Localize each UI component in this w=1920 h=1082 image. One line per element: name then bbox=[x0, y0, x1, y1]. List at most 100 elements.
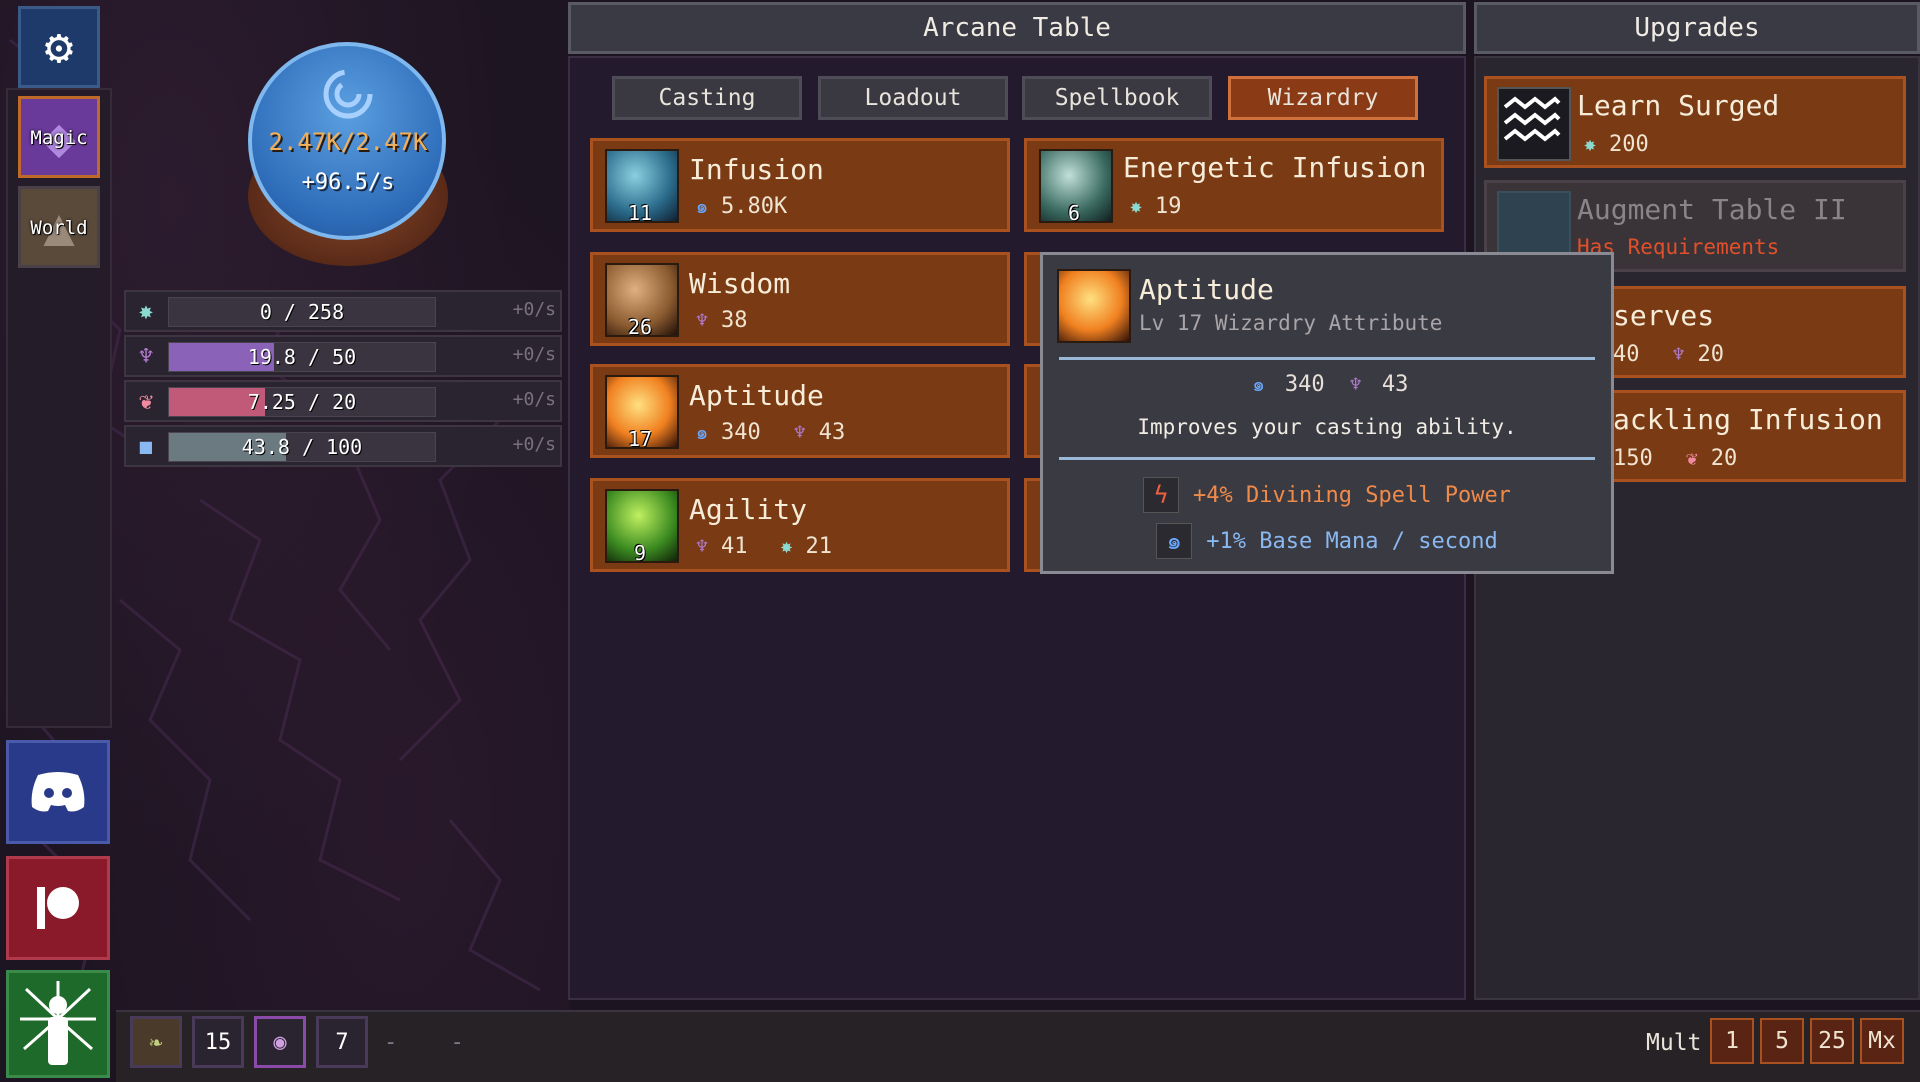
mult-1-button[interactable]: 1 bbox=[1710, 1018, 1754, 1064]
tooltip-title: Aptitude bbox=[1139, 273, 1274, 306]
lotus-icon: ♆ bbox=[1672, 342, 1685, 366]
lotus-icon: ♆ bbox=[138, 342, 154, 370]
mana-orb: 2.47K/2.47K +96.5/s bbox=[238, 36, 458, 266]
resource-track: 19.8 / 50 bbox=[168, 342, 436, 372]
resource-value: 43.8 / 100 bbox=[241, 435, 363, 459]
upgrades-title: Upgrades bbox=[1474, 2, 1920, 54]
attribute-card-agility[interactable]: 9 Agility ♆ 41 ✸ 21 bbox=[590, 478, 1010, 572]
resource-bar: ✸ 0 / 258 +0/s bbox=[124, 290, 562, 332]
mana-swirl-icon: ๑ bbox=[1156, 523, 1193, 559]
upgrade-name: Learn Surged bbox=[1577, 89, 1780, 122]
resource-track: 7.25 / 20 bbox=[168, 387, 436, 417]
mult-25-button[interactable]: 25 bbox=[1810, 1018, 1854, 1064]
hotbar-slot-4[interactable]: 7 bbox=[316, 1016, 368, 1068]
mana-swirl-icon: ๑ bbox=[695, 420, 709, 444]
discord-icon bbox=[31, 772, 85, 812]
card-cost: ๑ 340 ♆ 43 bbox=[689, 419, 846, 445]
attribute-card-infusion[interactable]: 11 Infusion ๑ 5.80K bbox=[590, 138, 1010, 232]
resource-rate: +0/s bbox=[512, 299, 556, 320]
resource-value: 7.25 / 20 bbox=[247, 390, 357, 414]
effect-text: +1% Base Mana / second bbox=[1206, 528, 1498, 554]
cost-value: 20 bbox=[1710, 445, 1738, 471]
hotbar-slot-leaf[interactable]: ❧ bbox=[130, 1016, 182, 1068]
mult-max-button[interactable]: Mx bbox=[1860, 1018, 1904, 1064]
cost-value: 340 bbox=[1284, 372, 1325, 397]
cost-value: 200 bbox=[1609, 131, 1649, 157]
tab-casting[interactable]: Casting bbox=[612, 76, 802, 120]
world-nav-button[interactable]: ▲ World bbox=[18, 186, 100, 268]
card-name: Infusion bbox=[689, 153, 824, 186]
resource-bar: ◼ 43.8 / 100 +0/s bbox=[124, 425, 562, 467]
resource-rate: +0/s bbox=[512, 434, 556, 455]
patreon-icon bbox=[37, 887, 79, 929]
card-level: 6 bbox=[1067, 201, 1081, 225]
card-level: 26 bbox=[627, 315, 653, 339]
hotbar-slot-2[interactable]: 15 bbox=[192, 1016, 244, 1068]
tooltip-effect: ϟ +4% Divining Spell Power bbox=[1043, 477, 1611, 513]
upgrade-name: ackling Infusion bbox=[1613, 403, 1883, 436]
resource-value: 19.8 / 50 bbox=[247, 345, 357, 369]
cost-value: 19 bbox=[1155, 193, 1182, 219]
mult-5-button[interactable]: 5 bbox=[1760, 1018, 1804, 1064]
magic-nav-label: Magic bbox=[30, 127, 88, 149]
cost-value: 38 bbox=[721, 307, 748, 333]
arcane-table-title: Arcane Table bbox=[568, 2, 1466, 54]
mana-swirl-icon: ๑ bbox=[1252, 372, 1265, 396]
upgrade-learn-surged[interactable]: Learn Surged ✸ 200 bbox=[1484, 76, 1906, 168]
tooltip-description: Improves your casting ability. bbox=[1137, 415, 1517, 439]
mana-rate: +96.5/s bbox=[301, 170, 395, 195]
hotbar-slot-3[interactable]: ◉ bbox=[254, 1016, 306, 1068]
world-nav-label: World bbox=[30, 217, 88, 239]
settings-button[interactable]: ⚙ bbox=[18, 6, 100, 88]
eye-icon: ◉ bbox=[273, 1030, 287, 1055]
star-sigil-icon: ✸ bbox=[780, 534, 793, 558]
resource-bar: ❦ 7.25 / 20 +0/s bbox=[124, 380, 562, 422]
tooltip-effect: ๑ +1% Base Mana / second bbox=[1043, 523, 1611, 559]
cost-value: 40 bbox=[1613, 341, 1640, 367]
patreon-button[interactable] bbox=[6, 856, 110, 960]
tooltip-divider bbox=[1059, 357, 1595, 360]
slot-count: 7 bbox=[335, 1030, 349, 1055]
heart-knot-icon: ❦ bbox=[1685, 446, 1698, 470]
resource-track: 0 / 258 bbox=[168, 297, 436, 327]
cost-value: 20 bbox=[1697, 341, 1725, 367]
cost-value: 43 bbox=[1381, 372, 1409, 397]
cost-value: 5.80K bbox=[721, 193, 788, 219]
resource-value: 0 / 258 bbox=[259, 300, 345, 324]
cost-value: 41 bbox=[721, 533, 748, 559]
cost-value: 43 bbox=[818, 419, 846, 445]
heart-knot-icon: ❦ bbox=[138, 387, 154, 415]
star-sigil-icon: ✸ bbox=[1129, 194, 1143, 218]
lotus-icon: ♆ bbox=[1349, 372, 1362, 396]
mult-label: Mult bbox=[1646, 1030, 1702, 1056]
upgrade-name: serves bbox=[1613, 299, 1715, 332]
star-sigil-icon: ✸ bbox=[1583, 132, 1597, 156]
card-cost: ๑ 5.80K bbox=[689, 193, 788, 219]
left-rail: ⚙ ◆ Magic ▲ World bbox=[4, 0, 112, 1080]
tab-loadout[interactable]: Loadout bbox=[818, 76, 1008, 120]
cost-value: 340 bbox=[721, 419, 761, 445]
magic-nav-button[interactable]: ◆ Magic bbox=[18, 96, 100, 178]
resource-rate: +0/s bbox=[512, 344, 556, 365]
card-level: 11 bbox=[627, 201, 653, 225]
resource-rate: +0/s bbox=[512, 389, 556, 410]
attribute-card-energetic-infusion[interactable]: 6 Energetic Infusion ✸ 19 bbox=[1024, 138, 1444, 232]
nav-strip bbox=[6, 88, 112, 728]
cost-value: 150 bbox=[1613, 445, 1653, 471]
aptitude-tooltip: Aptitude Lv 17 Wizardry Attribute ๑ 340 … bbox=[1040, 252, 1614, 574]
mana-amount: 2.47K/2.47K bbox=[268, 128, 428, 156]
cube-icon: ◼ bbox=[138, 432, 154, 460]
attribute-card-aptitude[interactable]: 17 Aptitude ๑ 340 ♆ 43 bbox=[590, 364, 1010, 458]
card-name: Agility bbox=[689, 493, 808, 526]
character-button[interactable] bbox=[6, 970, 110, 1078]
attribute-card-wisdom[interactable]: 26 Wisdom ♆ 38 bbox=[590, 252, 1010, 346]
upgrade-name: Augment Table II bbox=[1577, 193, 1847, 226]
resource-bar: ♆ 19.8 / 50 +0/s bbox=[124, 335, 562, 377]
tab-spellbook[interactable]: Spellbook bbox=[1022, 76, 1212, 120]
upgrade-cost: ✸ 200 bbox=[1577, 131, 1649, 157]
tab-wizardry[interactable]: Wizardry bbox=[1228, 76, 1418, 120]
discord-button[interactable] bbox=[6, 740, 110, 844]
effect-text: +4% Divining Spell Power bbox=[1193, 482, 1511, 508]
lightning-icon: ϟ bbox=[1143, 477, 1180, 513]
tooltip-divider bbox=[1059, 457, 1595, 460]
